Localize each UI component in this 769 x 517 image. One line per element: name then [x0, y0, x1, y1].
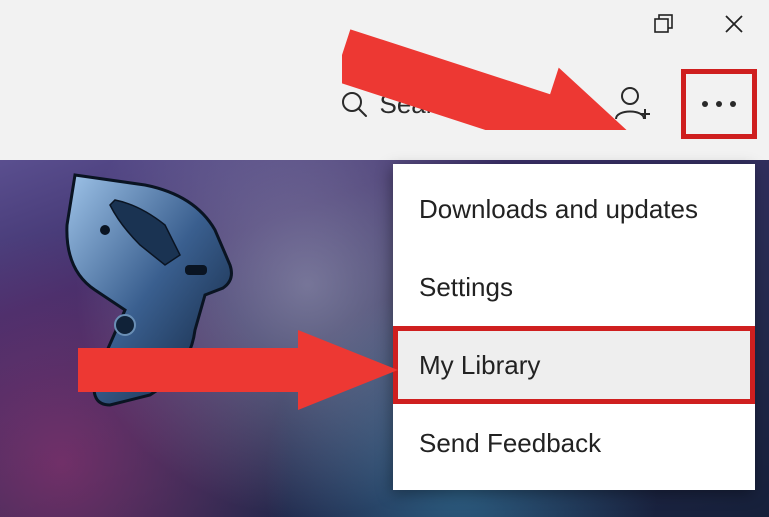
menu-item-send-feedback[interactable]: Send Feedback [393, 404, 755, 482]
search-button[interactable]: Search [339, 89, 461, 120]
maximize-button[interactable] [629, 0, 699, 48]
menu-item-label: Send Feedback [419, 428, 601, 459]
more-menu: Downloads and updates Settings My Librar… [393, 164, 755, 490]
menu-item-settings[interactable]: Settings [393, 248, 755, 326]
store-toolbar: Search Cart [0, 48, 769, 160]
more-button[interactable] [681, 69, 757, 139]
menu-item-label: My Library [419, 350, 540, 381]
maximize-icon [654, 14, 674, 34]
menu-item-label: Downloads and updates [419, 194, 698, 225]
menu-item-label: Settings [419, 272, 513, 303]
ellipsis-icon [697, 98, 741, 110]
content-area: Downloads and updates Settings My Librar… [0, 160, 769, 517]
account-button[interactable] [613, 85, 653, 123]
close-button[interactable] [699, 0, 769, 48]
person-add-icon [613, 85, 653, 123]
search-label: Search [379, 89, 461, 120]
menu-item-downloads-and-updates[interactable]: Downloads and updates [393, 170, 755, 248]
cart-button[interactable]: Cart [490, 88, 585, 120]
search-icon [339, 89, 369, 119]
window-titlebar [0, 0, 769, 48]
cart-icon [490, 88, 526, 120]
menu-item-my-library[interactable]: My Library [393, 326, 755, 404]
cart-label: Cart [536, 89, 585, 120]
close-icon [724, 14, 744, 34]
